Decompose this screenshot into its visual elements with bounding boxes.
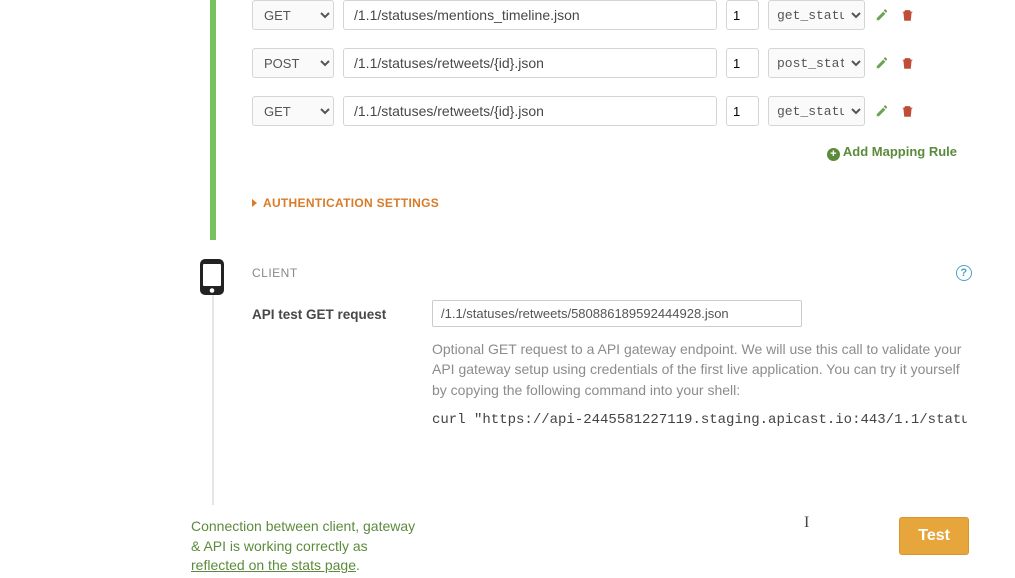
- authentication-settings-toggle[interactable]: AUTHENTICATION SETTINGS: [252, 196, 972, 210]
- client-section-heading: CLIENT: [252, 266, 298, 280]
- connection-status-text: Connection between client, gateway & API…: [191, 517, 423, 576]
- http-method-select[interactable]: GET: [252, 96, 334, 126]
- client-device-icon: [197, 258, 227, 296]
- plus-circle-icon: +: [827, 148, 840, 161]
- edit-pencil-icon[interactable]: [874, 7, 890, 23]
- weight-input[interactable]: [726, 48, 759, 78]
- stats-page-link[interactable]: reflected on the stats page: [191, 557, 356, 573]
- step-connector-grey: [212, 280, 214, 505]
- edit-pencil-icon[interactable]: [874, 55, 890, 71]
- connection-status-suffix: .: [356, 557, 360, 573]
- http-method-select[interactable]: POST: [252, 48, 334, 78]
- path-pattern-input[interactable]: [343, 0, 717, 30]
- delete-trash-icon[interactable]: [899, 55, 915, 71]
- caret-right-icon: [252, 199, 257, 207]
- metric-select[interactable]: get_status: [768, 96, 865, 126]
- metric-select[interactable]: get_status: [768, 0, 865, 30]
- path-pattern-input[interactable]: [343, 48, 717, 78]
- add-mapping-rule-label: Add Mapping Rule: [843, 144, 957, 159]
- mapping-rule-row: GET get_status: [252, 0, 972, 30]
- weight-input[interactable]: [726, 0, 759, 30]
- api-test-request-input[interactable]: [432, 300, 802, 327]
- authentication-settings-label: AUTHENTICATION SETTINGS: [263, 196, 439, 210]
- edit-pencil-icon[interactable]: [874, 103, 890, 119]
- curl-command: curl "https://api-2445581227119.staging.…: [432, 410, 967, 440]
- path-pattern-input[interactable]: [343, 96, 717, 126]
- mapping-rule-row: GET get_status: [252, 96, 972, 126]
- api-test-hint: Optional GET request to a API gateway en…: [432, 339, 972, 400]
- delete-trash-icon[interactable]: [899, 103, 915, 119]
- metric-select[interactable]: post_stati: [768, 48, 865, 78]
- delete-trash-icon[interactable]: [899, 7, 915, 23]
- connection-status-prefix: Connection between client, gateway & API…: [191, 518, 415, 554]
- mapping-rule-row: POST post_stati: [252, 48, 972, 78]
- step-connector-green: [210, 0, 216, 240]
- text-cursor-indicator: I: [804, 514, 809, 532]
- add-mapping-rule-link[interactable]: +Add Mapping Rule: [827, 144, 957, 159]
- http-method-select[interactable]: GET: [252, 0, 334, 30]
- weight-input[interactable]: [726, 96, 759, 126]
- api-test-label: API test GET request: [252, 300, 412, 322]
- help-icon[interactable]: ?: [956, 265, 972, 281]
- test-button[interactable]: Test: [899, 517, 969, 555]
